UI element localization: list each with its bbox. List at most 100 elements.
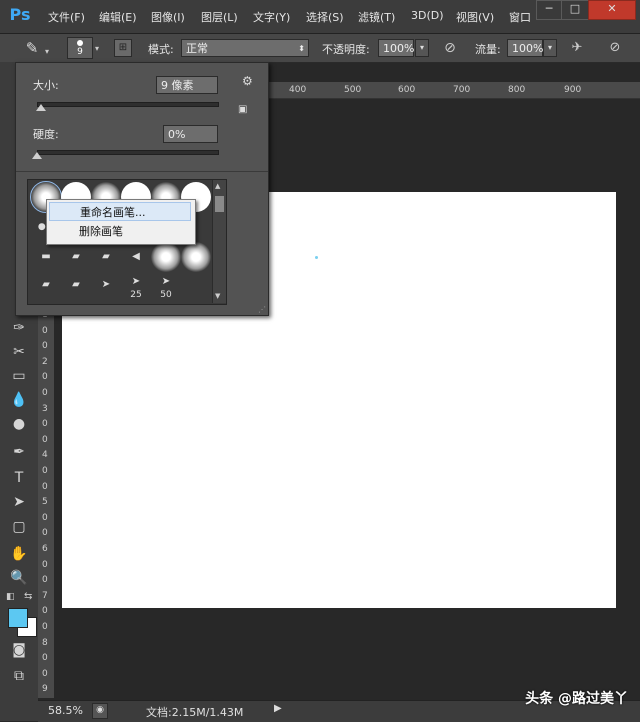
- ruler-tick: 900: [564, 85, 582, 95]
- vertical-ruler-tick: 0: [42, 622, 48, 632]
- default-colors-icon[interactable]: ◧: [6, 592, 16, 602]
- size-pressure-icon[interactable]: ⊘: [604, 38, 626, 58]
- vertical-ruler-tick: 0: [42, 325, 48, 336]
- brush-preset-flat-icon[interactable]: ▬: [31, 242, 61, 272]
- flow-input[interactable]: 100%: [507, 39, 543, 57]
- vertical-ruler-tick: 8: [42, 637, 48, 648]
- vertical-ruler-tick: 9: [42, 684, 48, 695]
- history-brush-icon[interactable]: ✑: [9, 318, 29, 338]
- brush-panel-toggle-icon[interactable]: ⊞: [114, 39, 132, 57]
- dodge-icon[interactable]: ●: [9, 414, 29, 434]
- close-button[interactable]: ✕: [588, 0, 636, 20]
- vertical-ruler-tick: 6: [42, 544, 48, 554]
- vertical-ruler-tick: 0: [42, 341, 48, 352]
- menu-type[interactable]: 文字(Y): [253, 9, 290, 25]
- eraser-icon[interactable]: ✂: [9, 342, 29, 362]
- vertical-ruler-tick: 0: [42, 466, 48, 476]
- brush-tool-icon[interactable]: ✎: [20, 38, 44, 58]
- brush-context-menu: 重命名画笔... 删除画笔: [46, 199, 196, 245]
- brush-size-number: 25: [130, 290, 142, 300]
- ruler-tick: 400: [289, 85, 307, 95]
- brush-preset[interactable]: [181, 242, 211, 272]
- delete-brush-menu-item[interactable]: 删除画笔: [49, 222, 191, 241]
- ruler-tick: 700: [453, 85, 471, 95]
- document-size: 文档:2.15M/1.43M: [146, 706, 244, 719]
- vertical-ruler-tick: 3: [42, 403, 48, 414]
- screen-mode-icon[interactable]: ⧉: [9, 666, 29, 686]
- menu-edit[interactable]: 编辑(E): [99, 9, 137, 25]
- ruler-tick: 500: [344, 85, 362, 95]
- hardness-label: 硬度:: [33, 128, 59, 141]
- flow-dropdown-icon[interactable]: ▾: [543, 39, 557, 57]
- brush-preset[interactable]: [151, 242, 181, 272]
- brush-preset-flat-icon[interactable]: ▰: [91, 242, 121, 272]
- vertical-ruler-tick: 0: [42, 559, 48, 570]
- vertical-ruler-tick: 0: [42, 606, 48, 617]
- brush-preset-flat-icon[interactable]: ▰: [31, 272, 61, 302]
- mode-select[interactable]: 正常 ⬍: [181, 39, 309, 57]
- scroll-down-icon[interactable]: ▼: [215, 292, 220, 300]
- opacity-dropdown-icon[interactable]: ▾: [415, 39, 429, 57]
- panel-divider: [16, 171, 268, 172]
- menu-bar: Ps 文件(F) 编辑(E) 图像(I) 图层(L) 文字(Y) 选择(S) 滤…: [0, 0, 640, 34]
- zoom-level[interactable]: 58.5%: [48, 704, 83, 717]
- brush-grid-scrollbar[interactable]: ▲ ▼: [212, 180, 226, 303]
- zoom-icon[interactable]: 🔍: [9, 568, 29, 588]
- opacity-input[interactable]: 100%: [378, 39, 414, 57]
- brush-preset-cone-icon[interactable]: ◀: [121, 242, 151, 272]
- minimize-button[interactable]: ─: [536, 0, 562, 20]
- status-info-icon[interactable]: ◉: [92, 703, 108, 719]
- path-selection-icon[interactable]: ➤: [9, 492, 29, 512]
- scrollbar-thumb[interactable]: [215, 196, 224, 212]
- rename-brush-menu-item[interactable]: 重命名画笔...: [49, 202, 191, 221]
- brush-picker-chevron-icon[interactable]: ▾: [95, 44, 99, 53]
- airbrush-icon[interactable]: ✈: [566, 38, 588, 58]
- vertical-ruler-tick: 0: [42, 388, 48, 398]
- hardness-slider-track[interactable]: [37, 150, 219, 155]
- scroll-up-icon[interactable]: ▲: [215, 182, 220, 190]
- hardness-slider-thumb[interactable]: [32, 152, 42, 159]
- tool-preset-chevron-icon[interactable]: ▾: [45, 47, 49, 56]
- flow-label: 流量:: [475, 43, 501, 56]
- hardness-input[interactable]: 0%: [163, 125, 218, 143]
- new-preset-icon[interactable]: ▣: [238, 104, 248, 115]
- menu-select[interactable]: 选择(S): [306, 9, 344, 25]
- foreground-color-swatch[interactable]: [8, 608, 28, 628]
- menu-window[interactable]: 窗口: [509, 9, 531, 25]
- brush-stroke-dot: [315, 256, 318, 259]
- menu-file[interactable]: 文件(F): [48, 9, 85, 25]
- brush-preset-flat-icon[interactable]: ▰: [61, 242, 91, 272]
- panel-settings-gear-icon[interactable]: ⚙: [242, 74, 253, 88]
- vertical-ruler-tick: 0: [42, 419, 48, 430]
- vertical-ruler-tick: 0: [42, 653, 48, 664]
- size-slider-track[interactable]: [37, 102, 219, 107]
- type-icon[interactable]: T: [9, 468, 29, 488]
- brush-preset-picker[interactable]: 9: [67, 37, 93, 59]
- status-menu-arrow-icon[interactable]: ▶: [274, 703, 282, 714]
- opacity-pressure-icon[interactable]: ⊘: [440, 38, 460, 58]
- opacity-label: 不透明度:: [322, 43, 370, 56]
- swap-colors-icon[interactable]: ⇆: [24, 591, 36, 603]
- vertical-ruler-tick: 0: [42, 372, 48, 383]
- gradient-icon[interactable]: ▭: [9, 366, 29, 386]
- quick-mask-icon[interactable]: ◙: [9, 640, 29, 660]
- brush-preset-pencil-icon[interactable]: ➤: [91, 272, 121, 302]
- menu-3d[interactable]: 3D(D): [411, 9, 444, 22]
- hand-icon[interactable]: ✋: [9, 544, 29, 564]
- size-slider-thumb[interactable]: [35, 104, 46, 111]
- size-input[interactable]: 9 像素: [156, 76, 218, 94]
- menu-image[interactable]: 图像(I): [151, 9, 185, 25]
- mode-dropdown-icon: ⬍: [298, 44, 305, 53]
- menu-view[interactable]: 视图(V): [456, 9, 494, 25]
- resize-grip-icon[interactable]: ⋰: [258, 305, 266, 314]
- maximize-button[interactable]: □: [561, 0, 589, 20]
- photoshop-logo: Ps: [9, 5, 31, 24]
- blur-icon[interactable]: 💧: [9, 390, 29, 410]
- menu-layer[interactable]: 图层(L): [201, 9, 238, 25]
- brush-preset-flat-icon[interactable]: ▰: [61, 272, 91, 302]
- mode-label: 模式:: [148, 43, 174, 56]
- pen-icon[interactable]: ✒: [9, 442, 29, 462]
- brush-preset-panel: 大小: 9 像素 ⚙ ▣ 硬度: 0% ●■ ▬ ▰ ▰ ◀ ▰ ▰ ➤ ➤ ➤…: [15, 62, 269, 316]
- menu-filter[interactable]: 滤镜(T): [358, 9, 395, 25]
- rectangle-shape-icon[interactable]: ▢: [9, 517, 29, 537]
